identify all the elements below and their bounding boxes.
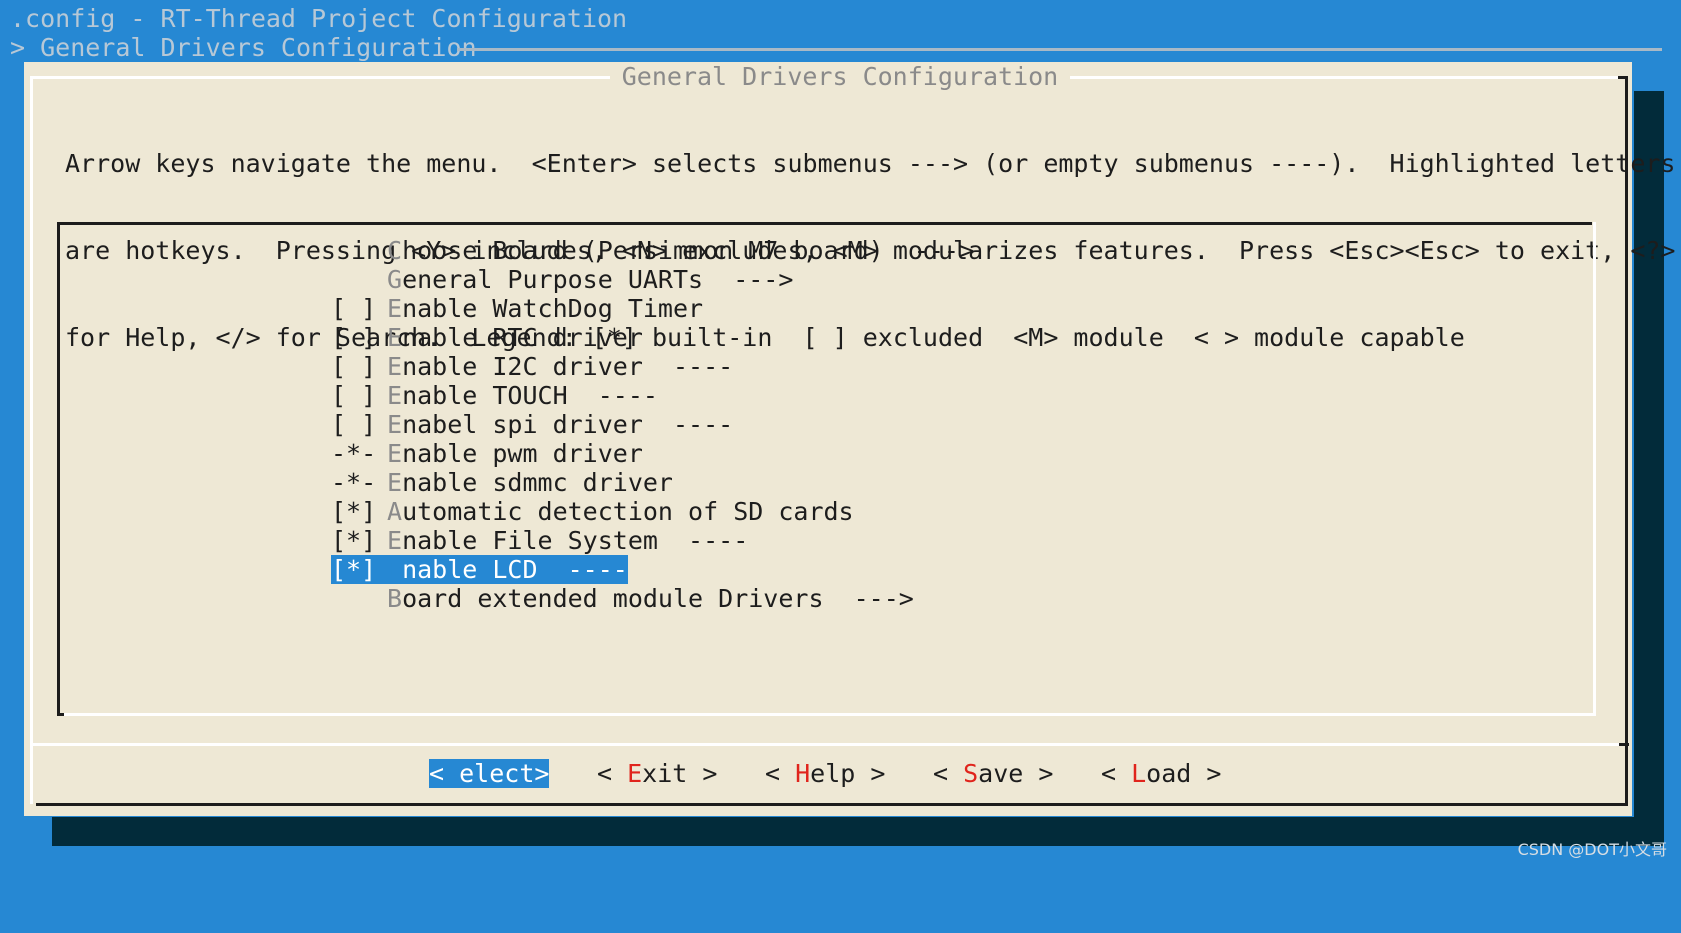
menu-item-label: nable File System ---- xyxy=(402,526,749,555)
help-line: Arrow keys navigate the menu. <Enter> se… xyxy=(65,149,1676,178)
menu-item-checkbox: [ ] xyxy=(331,294,377,323)
frame-bottom xyxy=(36,803,1628,806)
menu-item-checkbox: [ ] xyxy=(331,381,377,410)
menu-item-checkbox: [*] xyxy=(331,497,377,526)
menu-item-checkbox: [*] xyxy=(331,526,377,555)
button-separator xyxy=(30,743,1626,746)
menu-item-checkbox: -*- xyxy=(331,468,377,497)
dialog-shadow-bottom xyxy=(52,817,1664,846)
menu-item-checkbox: [ ] xyxy=(331,352,377,381)
menu-item-rtc-driver[interactable]: [ ] Enable RTC driver xyxy=(331,323,643,352)
save-button[interactable]: < Save > xyxy=(933,759,1053,788)
menu-item-label: nable RTC driver xyxy=(402,323,643,352)
menu-item-lcd[interactable]: [*] Enable LCD ---- xyxy=(331,555,628,584)
menu-box-border xyxy=(57,222,1592,225)
menu-item-sd-card-detection[interactable]: [*] Automatic detection of SD cards xyxy=(331,497,854,526)
load-button[interactable]: < Load > xyxy=(1101,759,1221,788)
menu-item-hotkey: E xyxy=(387,352,403,381)
menu-item-i2c-driver[interactable]: [ ] Enable I2C driver ---- xyxy=(331,352,733,381)
menu-item-label: oard extended module Drivers ---> xyxy=(402,584,914,613)
window-title: .config - RT-Thread Project Configuratio… xyxy=(10,4,628,33)
menu-item-watchdog-timer[interactable]: [ ] Enable WatchDog Timer xyxy=(331,294,703,323)
menu-item-hotkey: B xyxy=(387,584,403,613)
menu-item-label: nable pwm driver xyxy=(402,439,643,468)
menu-item-hotkey: G xyxy=(387,265,403,294)
menu-item-label: nable LCD ---- xyxy=(402,555,628,584)
button-bar: <Select> < Exit > < Help > < Save > < Lo… xyxy=(429,759,1221,788)
menu-item-choose-board[interactable]: Choose Board (Persimmon M7 board) ---> xyxy=(331,236,974,265)
menu-item-label: nable WatchDog Timer xyxy=(402,294,704,323)
exit-button[interactable]: < Exit > xyxy=(597,759,717,788)
menu-item-label: nable TOUCH ---- xyxy=(402,381,658,410)
breadcrumb: > General Drivers Configuration xyxy=(10,33,477,62)
select-button[interactable]: <Select> xyxy=(429,759,550,788)
menu-item-checkbox: [*] xyxy=(331,555,377,584)
menu-item-label: nable I2C driver ---- xyxy=(402,352,734,381)
menu-item-hotkey: E xyxy=(387,468,403,497)
frame-top-left xyxy=(30,76,610,79)
menu-item-hotkey: E xyxy=(387,526,403,555)
watermark: CSDN @DOT小文哥 xyxy=(1517,840,1667,859)
menu-item-checkbox: -*- xyxy=(331,439,377,468)
menu-item-label: nable sdmmc driver xyxy=(402,468,673,497)
menu-box-border xyxy=(64,713,1595,716)
breadcrumb-rule xyxy=(457,48,1662,51)
menu-item-pwm-driver[interactable]: -*- Enable pwm driver xyxy=(331,439,643,468)
menu-item-spi-driver[interactable]: [ ] Enabel spi driver ---- xyxy=(331,410,733,439)
menu-item-label: eneral Purpose UARTs ---> xyxy=(402,265,794,294)
dialog-title: General Drivers Configuration xyxy=(610,62,1070,91)
menu-item-board-extended-drivers[interactable]: Board extended module Drivers ---> xyxy=(331,584,914,613)
menu-box-border xyxy=(1593,222,1596,716)
menu-item-file-system[interactable]: [*] Enable File System ---- xyxy=(331,526,748,555)
menu-item-label: hoose Board (Persimmon M7 board) ---> xyxy=(402,236,975,265)
menu-item-hotkey: E xyxy=(387,555,403,584)
menu-item-hotkey: C xyxy=(387,236,403,265)
menu-item-checkbox: [ ] xyxy=(331,323,377,352)
menu-item-touch[interactable]: [ ] Enable TOUCH ---- xyxy=(331,381,658,410)
menu-item-label: nabel spi driver ---- xyxy=(402,410,734,439)
button-separator-end xyxy=(1619,743,1629,746)
menu-item-hotkey: E xyxy=(387,410,403,439)
frame-left xyxy=(30,76,33,804)
menu-item-hotkey: E xyxy=(387,439,403,468)
menu-item-sdmmc-driver[interactable]: -*- Enable sdmmc driver xyxy=(331,468,673,497)
menu-item-label: utomatic detection of SD cards xyxy=(402,497,854,526)
menu-box-border xyxy=(57,222,60,716)
menu-item-hotkey: E xyxy=(387,323,403,352)
help-button[interactable]: < Help > xyxy=(765,759,885,788)
menu-item-general-purpose-uarts[interactable]: General Purpose UARTs ---> xyxy=(331,265,793,294)
menu-item-checkbox: [ ] xyxy=(331,410,377,439)
menu-box-border xyxy=(57,713,64,716)
menu-item-hotkey: A xyxy=(387,497,403,526)
frame-top-right-light xyxy=(1050,76,1618,79)
menu-item-hotkey: E xyxy=(387,381,403,410)
menu-list: Choose Board (Persimmon M7 board) ---> G… xyxy=(331,236,974,613)
menu-item-hotkey: E xyxy=(387,294,403,323)
